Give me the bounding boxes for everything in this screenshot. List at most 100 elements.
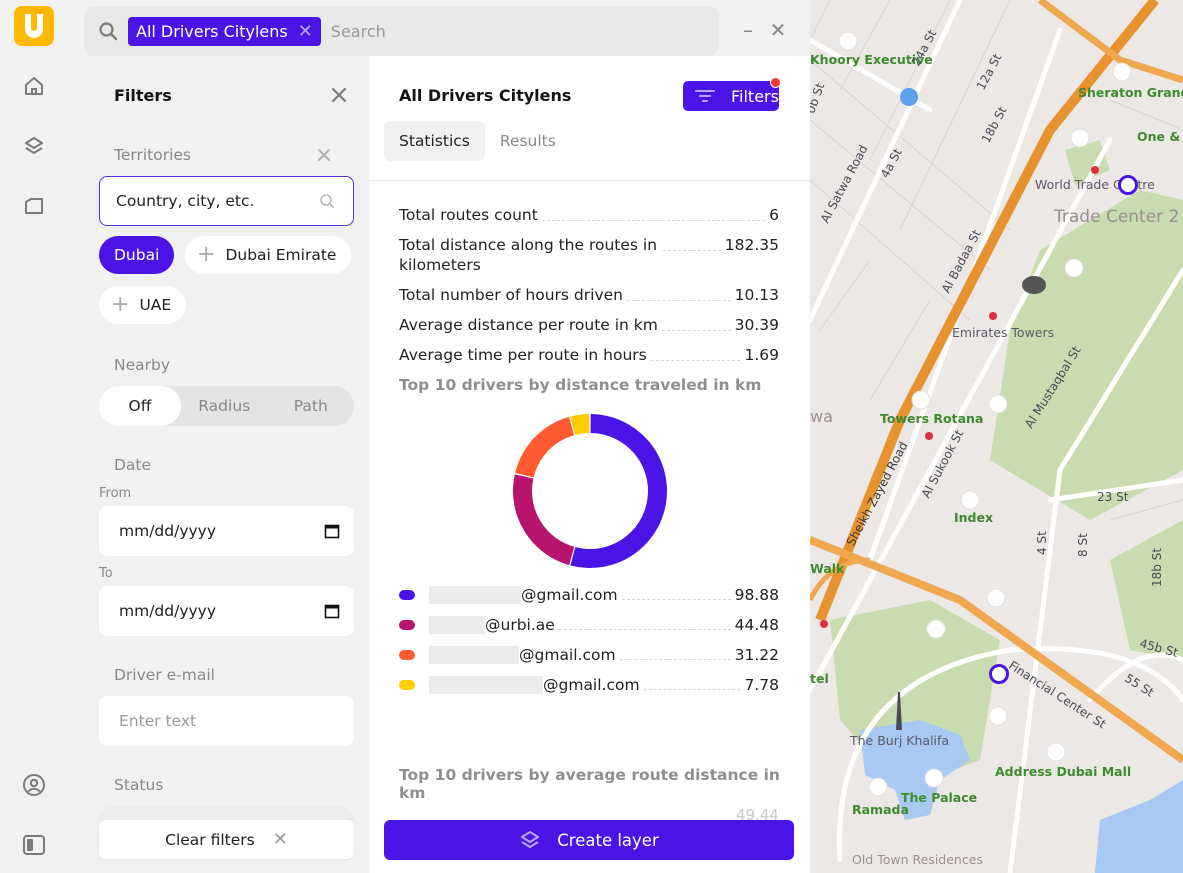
filters-panel: Filters Territories Country, city, etc. … [84, 66, 370, 873]
legend-value: 7.78 [744, 676, 779, 694]
territory-suggestion-dubai-emirate[interactable]: + Dubai Emirate [185, 236, 352, 274]
stat-value: 1.69 [744, 346, 779, 364]
clear-filters-button[interactable]: Clear filters ✕ [99, 820, 354, 859]
date-to-value: mm/dd/yyyy [119, 602, 217, 620]
territory-input-placeholder: Country, city, etc. [116, 192, 255, 210]
territories-label: Territories [114, 146, 192, 164]
territory-suggestion-uae[interactable]: + UAE [99, 286, 187, 324]
clear-territories-icon[interactable] [316, 147, 332, 163]
street-label: 4 St [1035, 531, 1049, 555]
rail-folder-button[interactable] [20, 192, 48, 220]
map-label: tel [810, 671, 829, 686]
date-label: Date [114, 456, 152, 474]
donut-slice-2[interactable] [513, 474, 575, 566]
tab-statistics[interactable]: Statistics [384, 121, 485, 161]
open-filters-button[interactable]: Filters [683, 77, 781, 111]
plus-icon: + [111, 292, 130, 317]
close-filters-icon[interactable] [330, 86, 348, 104]
metro-station-icon[interactable] [989, 312, 997, 320]
results-tabs: Statistics Results [384, 121, 571, 161]
nearby-label: Nearby [114, 356, 171, 374]
legend-label: @gmail.com [521, 586, 618, 604]
rail-layers-button[interactable] [20, 132, 48, 160]
metro-station-icon[interactable] [820, 620, 828, 628]
rail-home-button[interactable] [20, 72, 48, 100]
highway [1037, 0, 1183, 84]
stat-label: Average distance per route in km [399, 316, 658, 334]
home-icon [25, 77, 43, 95]
filter-icon [695, 90, 715, 102]
remove-chip-icon[interactable]: ✕ [298, 21, 313, 42]
dotted-leader [663, 250, 721, 251]
redacted-email-prefix [429, 676, 543, 694]
bus-stop-icon[interactable] [900, 88, 918, 106]
minimize-button[interactable]: – [738, 18, 758, 42]
layers-icon [25, 137, 43, 154]
legend-label: @gmail.com [543, 676, 640, 694]
map-view[interactable]: Khoory Executive Sheraton Grand One & Wo… [810, 0, 1183, 873]
nearby-option-radius[interactable]: Radius [181, 386, 268, 426]
redacted-email-prefix [429, 616, 485, 634]
donut-slice-1[interactable] [570, 414, 667, 568]
results-panel: All Drivers Citylens Filters Statistics … [369, 56, 810, 873]
landmark-icon [1022, 276, 1046, 294]
driver-email-input[interactable]: Enter text [99, 696, 354, 746]
logo-u-icon [25, 14, 43, 38]
search-chip-label: All Drivers Citylens [136, 21, 288, 41]
nearby-option-path[interactable]: Path [268, 386, 355, 426]
territory-search-input[interactable]: Country, city, etc. [99, 176, 354, 226]
filters-active-badge [770, 77, 781, 88]
legend-swatch [399, 590, 415, 600]
search-chip[interactable]: All Drivers Citylens ✕ [128, 16, 321, 46]
rail-profile-button[interactable] [20, 771, 48, 799]
metro-station-icon[interactable] [925, 432, 933, 440]
nearby-option-off[interactable]: Off [99, 386, 181, 426]
donut-slice-3[interactable] [515, 416, 575, 478]
plus-icon: + [197, 242, 216, 267]
left-rail [0, 0, 69, 873]
legend-label: @gmail.com [519, 646, 616, 664]
date-to-label: To [99, 566, 113, 581]
rail-panel-toggle-button[interactable] [20, 831, 48, 859]
park-area [990, 190, 1183, 520]
map-label: Address Dubai Mall [995, 764, 1132, 779]
territory-suggestion-label: Dubai Emirate [225, 246, 337, 264]
chart-title: Top 10 drivers by distance traveled in k… [399, 376, 762, 394]
date-from-input[interactable]: mm/dd/yyyy [99, 506, 354, 556]
map-label: Index [954, 510, 994, 525]
calendar-icon[interactable] [324, 603, 340, 619]
legend-value: 98.88 [734, 586, 779, 604]
map-label: Ramada [852, 802, 909, 817]
date-to-input[interactable]: mm/dd/yyyy [99, 586, 354, 636]
close-button[interactable]: ✕ [768, 18, 788, 42]
map-label: One & [1137, 129, 1181, 144]
map-label: Old Town Residences [852, 852, 983, 867]
filters-title: Filters [114, 86, 172, 105]
stat-row-avg-distance: Average distance per route in km 30.39 [399, 315, 779, 335]
search-input[interactable] [330, 21, 631, 41]
stat-value: 30.39 [734, 316, 779, 334]
create-layer-button[interactable]: Create layer [384, 820, 794, 860]
stat-label: Total number of hours driven [399, 286, 623, 304]
route-marker[interactable] [1118, 175, 1138, 195]
calendar-icon[interactable] [324, 523, 340, 539]
stat-value: 182.35 [724, 236, 779, 254]
territory-chip-dubai[interactable]: Dubai [99, 236, 175, 274]
route-marker[interactable] [989, 664, 1009, 684]
dotted-leader [643, 688, 741, 690]
dotted-leader [621, 598, 731, 600]
create-layer-label: Create layer [557, 830, 659, 850]
legend-value: 31.22 [734, 646, 779, 664]
app-logo[interactable] [14, 6, 54, 46]
legend-row: @urbi.ae 44.48 [399, 615, 779, 635]
driver-email-label: Driver e-mail [114, 666, 215, 684]
metro-station-icon[interactable] [1091, 166, 1099, 174]
date-from-label: From [99, 486, 132, 501]
search-bar[interactable]: All Drivers Citylens ✕ [84, 6, 719, 56]
tab-results[interactable]: Results [485, 121, 571, 161]
legend-row: @gmail.com 7.78 [399, 675, 779, 695]
stat-label: Total distance along the routes in kilom… [399, 236, 658, 274]
map-label: Emirates Towers [952, 325, 1055, 340]
legend-swatch [399, 620, 415, 630]
stat-row-total-hours: Total number of hours driven 10.13 [399, 285, 779, 305]
